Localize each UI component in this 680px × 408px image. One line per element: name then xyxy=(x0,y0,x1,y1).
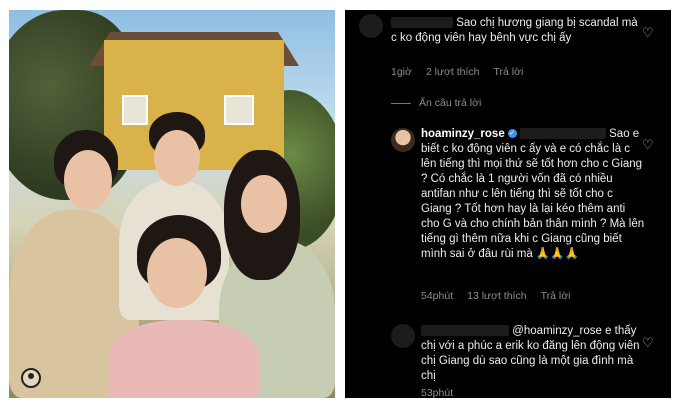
verified-badge-icon: ✓ xyxy=(507,129,517,139)
comment-2: hoaminzy_rose ✓ Sao e biết c ko động viên… xyxy=(421,127,645,262)
comment-1-meta: 1giờ 2 lượt thích Trả lời xyxy=(391,66,523,78)
comment-3-meta: 53phút xyxy=(421,387,453,398)
comment-2-meta: 54phút 13 lượt thích Trả lời xyxy=(421,290,570,302)
redacted-text xyxy=(519,128,606,140)
comment-1-time: 1giờ xyxy=(391,66,412,78)
comment-3-mention[interactable]: @hoaminzy_rose xyxy=(512,325,602,337)
hoaminzy-avatar[interactable] xyxy=(391,128,415,152)
comment-2-reply[interactable]: Trả lời xyxy=(541,290,571,302)
commenter-avatar[interactable] xyxy=(359,14,383,38)
comments-panel: Sao chị hương giang bị scandal mà c ko đ… xyxy=(345,10,671,398)
heart-icon[interactable]: ♡ xyxy=(642,138,656,151)
comment-1-likes[interactable]: 2 lượt thích xyxy=(426,66,480,78)
comment-2-time: 54phút xyxy=(421,290,454,302)
comment-3-text: @hoaminzy_rose e thấy chị với a phúc a e… xyxy=(421,325,640,382)
comment-1: Sao chị hương giang bị scandal mà c ko đ… xyxy=(391,16,641,46)
commenter-avatar[interactable] xyxy=(391,324,415,348)
heart-icon[interactable]: ♡ xyxy=(642,336,656,349)
house-window xyxy=(122,95,148,125)
hide-replies-label: Ẩn câu trả lời xyxy=(419,97,482,109)
house-window xyxy=(224,95,254,125)
divider-dash xyxy=(391,102,411,104)
hide-replies[interactable]: Ẩn câu trả lời xyxy=(391,97,481,109)
redacted-username xyxy=(391,17,453,29)
person-center-face xyxy=(154,130,200,186)
comment-3: @hoaminzy_rose e thấy chị với a phúc a e… xyxy=(421,324,645,384)
heart-icon[interactable]: ♡ xyxy=(642,26,656,39)
group-photo xyxy=(9,10,335,398)
comment-3-time: 53phút xyxy=(421,387,454,398)
person-right-face xyxy=(241,175,287,233)
user-avatar-icon[interactable] xyxy=(21,368,41,388)
root: Sao chị hương giang bị scandal mà c ko đ… xyxy=(0,0,680,408)
comment-1-text: Sao chị hương giang bị scandal mà c ko đ… xyxy=(391,17,638,44)
comment-1-reply[interactable]: Trả lời xyxy=(494,66,524,78)
comment-2-text: hoaminzy_rose ✓ Sao e biết c ko động viên… xyxy=(421,128,645,260)
person-front-face xyxy=(147,238,207,308)
redacted-username xyxy=(421,325,509,337)
comment-2-likes[interactable]: 13 lượt thích xyxy=(467,290,526,302)
comment-2-username[interactable]: hoaminzy_rose xyxy=(421,128,505,140)
person-front-body xyxy=(109,320,259,398)
person-left-face xyxy=(64,150,112,210)
